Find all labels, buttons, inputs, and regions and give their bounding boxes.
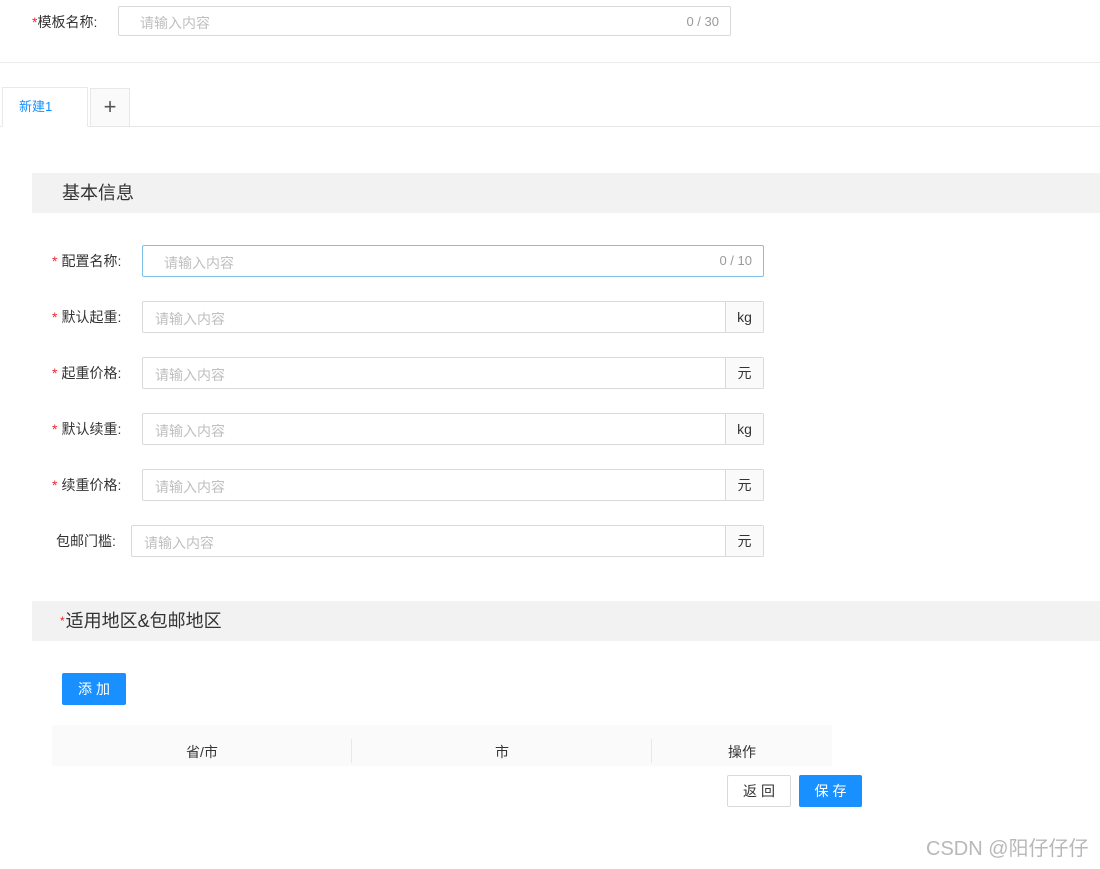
required-mark: * [52, 365, 58, 381]
free-shipping-threshold-placeholder: 请输入内容 [144, 535, 214, 551]
additional-weight-price-label: * 续重价格: [52, 476, 121, 494]
top-divider [0, 62, 1100, 63]
required-mark: * [60, 614, 65, 628]
required-mark: * [52, 477, 58, 493]
unit-kg-addon: kg [725, 302, 763, 332]
plus-icon: + [103, 94, 117, 119]
default-additional-weight-label-text: 默认续重: [61, 421, 122, 437]
first-weight-price-placeholder: 请输入内容 [155, 367, 225, 383]
required-mark: * [52, 309, 58, 325]
area-section-title: 适用地区&包邮地区 [65, 611, 222, 631]
additional-weight-price-placeholder: 请输入内容 [155, 479, 225, 495]
first-weight-price-input[interactable]: 请输入内容 元 [142, 357, 764, 389]
default-additional-weight-input[interactable]: 请输入内容 kg [142, 413, 764, 445]
add-tab-button[interactable]: + [90, 88, 130, 126]
add-button[interactable]: 添加 [62, 673, 126, 705]
save-button[interactable]: 保存 [799, 775, 862, 807]
unit-yuan-addon: 元 [725, 358, 763, 388]
template-name-label-text: 模板名称: [37, 14, 98, 30]
free-shipping-threshold-input[interactable]: 请输入内容 元 [131, 525, 764, 557]
config-name-label: * 配置名称: [52, 252, 121, 270]
template-name-label: *模板名称: [32, 13, 97, 31]
tab-new-1[interactable]: 新建1 [2, 87, 88, 127]
tab-bar-line [0, 126, 1100, 127]
area-section-header: *适用地区&包邮地区 [32, 601, 1100, 641]
unit-kg-addon: kg [725, 414, 763, 444]
config-name-input[interactable]: 请输入内容 0 / 10 [142, 245, 764, 277]
config-name-counter: 0 / 10 [719, 253, 752, 268]
template-name-counter: 0 / 30 [686, 14, 719, 29]
basic-info-section-header: 基本信息 [32, 173, 1100, 213]
first-weight-price-label: * 起重价格: [52, 364, 121, 382]
required-mark: * [52, 253, 58, 269]
column-header-city: 市 [495, 744, 509, 760]
default-first-weight-label: * 默认起重: [52, 308, 121, 326]
area-table-header: 省/市 市 操作 [52, 725, 832, 766]
unit-yuan-addon: 元 [725, 470, 763, 500]
default-first-weight-input[interactable]: 请输入内容 kg [142, 301, 764, 333]
required-mark: * [52, 421, 58, 437]
unit-yuan-addon: 元 [725, 526, 763, 556]
default-first-weight-label-text: 默认起重: [61, 309, 122, 325]
first-weight-price-label-text: 起重价格: [61, 365, 122, 381]
config-name-placeholder: 请输入内容 [164, 255, 234, 271]
free-shipping-threshold-label-text: 包邮门槛: [56, 533, 116, 549]
back-button[interactable]: 返回 [727, 775, 791, 807]
additional-weight-price-label-text: 续重价格: [61, 477, 122, 493]
watermark-text: CSDN @阳仔仔仔 [926, 838, 1089, 860]
default-first-weight-placeholder: 请输入内容 [155, 311, 225, 327]
template-name-placeholder: 请输入内容 [140, 15, 210, 31]
default-additional-weight-placeholder: 请输入内容 [155, 423, 225, 439]
default-additional-weight-label: * 默认续重: [52, 420, 121, 438]
config-name-label-text: 配置名称: [61, 253, 122, 269]
additional-weight-price-input[interactable]: 请输入内容 元 [142, 469, 764, 501]
column-header-actions: 操作 [728, 744, 756, 760]
template-name-input[interactable]: 请输入内容 0 / 30 [118, 6, 731, 36]
column-header-province: 省/市 [186, 744, 218, 760]
free-shipping-threshold-label: 包邮门槛: [52, 532, 116, 550]
